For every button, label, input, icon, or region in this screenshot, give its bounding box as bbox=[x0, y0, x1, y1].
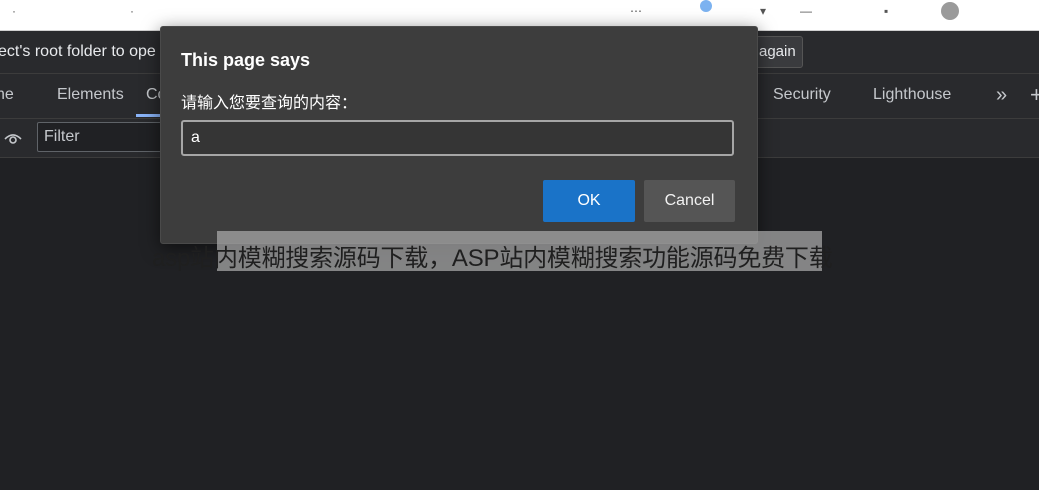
toolbar-icon[interactable]: · bbox=[130, 4, 134, 18]
dialog-title: This page says bbox=[181, 50, 311, 70]
tab-elements[interactable]: Elements bbox=[57, 86, 124, 104]
cancel-button[interactable]: Cancel bbox=[644, 180, 735, 222]
tab-lighthouse[interactable]: Lighthouse bbox=[873, 86, 951, 104]
eye-icon[interactable] bbox=[3, 128, 23, 148]
tab-home[interactable]: ne bbox=[0, 86, 14, 104]
watermark-caption: asp站内模糊搜索源码下载，ASP站内模糊搜索功能源码免费下载 bbox=[152, 245, 833, 272]
ok-button[interactable]: OK bbox=[543, 180, 635, 222]
toolbar-icon[interactable]: ⋯ bbox=[630, 4, 642, 18]
toolbar-icon[interactable]: ▪ bbox=[884, 4, 888, 18]
prompt-input[interactable] bbox=[181, 120, 734, 156]
avatar[interactable] bbox=[941, 2, 959, 20]
tab-security[interactable]: Security bbox=[773, 86, 831, 104]
plus-icon[interactable]: + bbox=[1030, 82, 1039, 108]
infobar-button[interactable]: again bbox=[752, 36, 803, 68]
chevron-double-right-icon[interactable]: » bbox=[996, 84, 1007, 107]
toolbar-icon[interactable]: · bbox=[12, 4, 16, 18]
infobar-text: ect's root folder to ope bbox=[0, 43, 156, 60]
infobar-button-label: again bbox=[759, 43, 796, 60]
toolbar-icon[interactable]: ▾ bbox=[760, 4, 766, 18]
extension-icon[interactable] bbox=[700, 0, 712, 12]
prompt-dialog: This page says 请输入您要查询的内容： OK Cancel bbox=[160, 26, 758, 244]
dialog-message: 请输入您要查询的内容： bbox=[181, 95, 358, 112]
toolbar-icon[interactable]: — bbox=[800, 4, 812, 18]
